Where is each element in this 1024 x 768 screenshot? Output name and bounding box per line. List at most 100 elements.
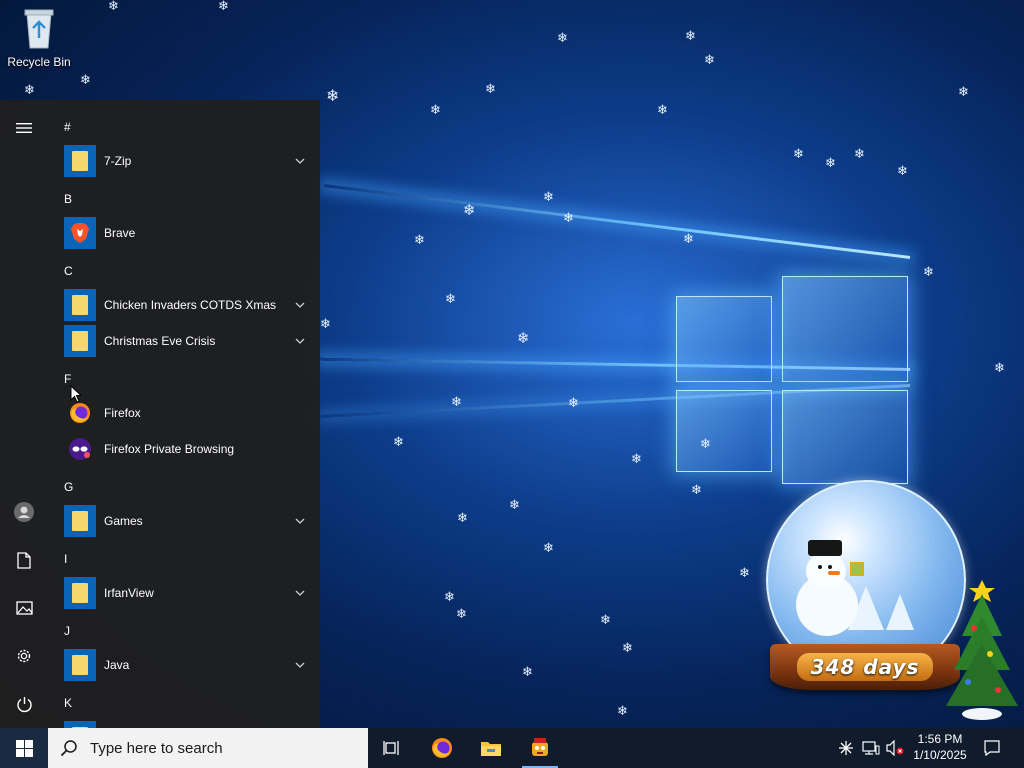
- snowflake: ❄: [700, 437, 711, 452]
- start-app-list[interactable]: # 7-Zip B Brave C Chicken Invaders COTDS…: [48, 100, 320, 728]
- app-item-firefox[interactable]: Firefox: [56, 395, 312, 431]
- snowflake: ❄: [704, 53, 715, 68]
- snowflake: ❄: [326, 86, 340, 105]
- snow-globe-base: 348 days: [770, 644, 960, 690]
- app-item-firefox-private[interactable]: Firefox Private Browsing: [56, 431, 312, 467]
- snowflake: ❄: [463, 201, 476, 219]
- folder-icon: [64, 649, 96, 681]
- snowflake: ❄: [683, 232, 694, 247]
- taskbar-clock[interactable]: 1:56 PM 1/10/2025: [908, 731, 972, 763]
- pictures-icon: [15, 601, 33, 615]
- expand-menu-button[interactable]: [0, 108, 48, 148]
- light-beam: [324, 184, 911, 259]
- snowflake: ❄: [108, 0, 119, 14]
- app-item-chicken-invaders[interactable]: Chicken Invaders COTDS Xmas: [56, 287, 312, 323]
- snowflake: ❄: [600, 613, 611, 628]
- windows-logo-pane: [676, 296, 772, 382]
- snowflake: ❄: [617, 704, 628, 719]
- folder-icon: [64, 577, 96, 609]
- recycle-bin-desktop-icon[interactable]: Recycle Bin: [4, 6, 74, 69]
- snowflake: ❄: [80, 73, 91, 88]
- volume-muted-icon: [886, 740, 904, 756]
- section-header-k[interactable]: K: [64, 696, 72, 710]
- settings-button[interactable]: [0, 636, 48, 676]
- task-view-icon: [383, 741, 399, 755]
- action-center-icon: [984, 740, 1000, 756]
- section-header-c[interactable]: C: [64, 264, 73, 278]
- folder-icon: [64, 145, 96, 177]
- hamburger-menu-icon: [16, 123, 32, 133]
- section-header-j[interactable]: J: [64, 624, 70, 638]
- folder-icon: [64, 325, 96, 357]
- chevron-down-icon[interactable]: [288, 302, 312, 308]
- snowflake: ❄: [631, 452, 642, 467]
- section-header-i[interactable]: I: [64, 552, 67, 566]
- app-name: IrfanView: [104, 586, 154, 600]
- snowflake: ❄: [657, 103, 668, 118]
- start-menu: # 7-Zip B Brave C Chicken Invaders COTDS…: [0, 100, 320, 728]
- app-item-java[interactable]: Java: [56, 647, 312, 683]
- snowflake: ❄: [825, 156, 836, 171]
- power-button[interactable]: [0, 684, 48, 724]
- app-name: Firefox: [104, 406, 141, 420]
- app-item-irfanview[interactable]: IrfanView: [56, 575, 312, 611]
- start-menu-rail: [0, 100, 48, 728]
- folder-icon: [64, 721, 96, 728]
- snowflake: ❄: [691, 483, 702, 498]
- snowflake: ❄: [24, 83, 35, 98]
- snowflake: ❄: [451, 395, 462, 410]
- xmas-game-icon: [532, 738, 548, 756]
- snowflake: ❄: [568, 396, 579, 411]
- chevron-down-icon[interactable]: [288, 662, 312, 668]
- app-item-brave[interactable]: Brave: [56, 215, 312, 251]
- snowflake: ❄: [517, 329, 530, 347]
- tray-network[interactable]: [860, 728, 882, 768]
- snowman-head: [806, 552, 846, 590]
- file-explorer-icon: [481, 742, 501, 756]
- snowflake: ❄: [522, 665, 533, 680]
- section-header-f[interactable]: F: [64, 372, 71, 386]
- app-name: Christmas Eve Crisis: [104, 334, 216, 348]
- snowflake: ❄: [854, 147, 865, 162]
- snowflake: ❄: [430, 103, 441, 118]
- task-view-button[interactable]: [370, 728, 414, 768]
- snowflake: ❄: [739, 566, 750, 581]
- taskbar-firefox-button[interactable]: [420, 728, 464, 768]
- tray-network-activity[interactable]: [836, 728, 856, 768]
- search-icon: [60, 740, 77, 757]
- tray-volume[interactable]: [884, 728, 906, 768]
- firefox-icon: [432, 738, 452, 758]
- documents-button[interactable]: [0, 540, 48, 580]
- user-account-button[interactable]: [0, 492, 48, 532]
- snowflake: ❄: [444, 590, 455, 605]
- gift-box: [850, 562, 864, 576]
- chevron-down-icon[interactable]: [288, 590, 312, 596]
- app-name: Brave: [104, 226, 136, 240]
- taskbar-file-explorer-button[interactable]: [469, 728, 513, 768]
- app-name: Java: [104, 658, 130, 672]
- firefox-private-icon: [64, 433, 96, 465]
- section-header-g[interactable]: G: [64, 480, 73, 494]
- app-item-partial[interactable]: [56, 719, 312, 728]
- action-center-button[interactable]: [978, 728, 1006, 768]
- snowflake: ❄: [793, 147, 804, 162]
- app-item-7zip[interactable]: 7-Zip: [56, 143, 312, 179]
- start-button[interactable]: [0, 728, 48, 768]
- network-icon: [862, 741, 880, 755]
- pictures-button[interactable]: [0, 588, 48, 628]
- snow-globe-widget[interactable]: 348 days: [762, 476, 1024, 728]
- app-item-christmas-eve-crisis[interactable]: Christmas Eve Crisis: [56, 323, 312, 359]
- section-header-b[interactable]: B: [64, 192, 72, 206]
- chevron-down-icon[interactable]: [288, 158, 312, 164]
- taskbar-xmas-game-button[interactable]: [518, 728, 562, 768]
- section-header-hash[interactable]: #: [64, 120, 71, 134]
- snowflake: ❄: [485, 82, 496, 97]
- chevron-down-icon[interactable]: [288, 338, 312, 344]
- snowman-hat: [808, 540, 842, 556]
- taskbar-search-box[interactable]: Type here to search: [48, 728, 368, 768]
- app-item-games[interactable]: Games: [56, 503, 312, 539]
- recycle-bin-icon: [24, 9, 54, 49]
- chevron-down-icon[interactable]: [288, 518, 312, 524]
- search-placeholder: Type here to search: [90, 739, 223, 757]
- christmas-tree-icon: [946, 580, 1018, 720]
